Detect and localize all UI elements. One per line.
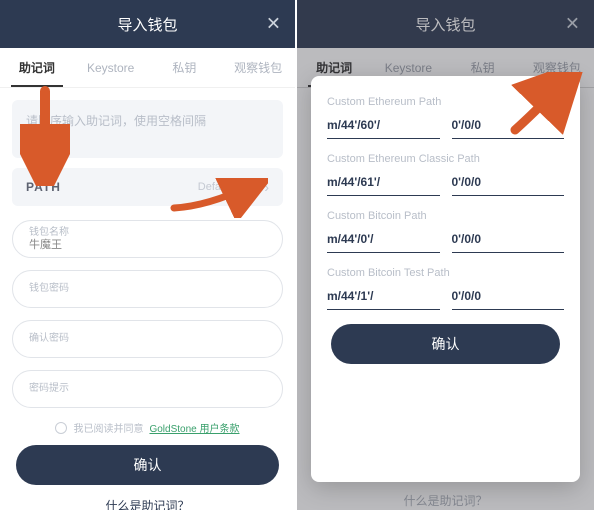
checkbox-icon[interactable]	[55, 422, 67, 434]
help-link[interactable]: 什么是助记词？	[309, 492, 582, 509]
path-prefix-input[interactable]: m/44'/60'/	[327, 116, 440, 139]
field-label: 钱包密码	[29, 283, 266, 295]
tab-bar: 助记词 Keystore 私钥 观察钱包	[0, 48, 295, 88]
tab-privatekey[interactable]: 私钥	[148, 48, 222, 87]
tab-mnemonic[interactable]: 助记词	[0, 48, 74, 87]
sheet-confirm-button[interactable]: 确认	[331, 324, 560, 364]
tab-keystore[interactable]: Keystore	[74, 48, 148, 87]
help-link[interactable]: 什么是助记词？	[12, 497, 283, 510]
confirm-password-field[interactable]: 确认密码	[12, 320, 283, 358]
header: 导入钱包 ✕	[297, 0, 594, 48]
path-suffix-input[interactable]: 0'/0/0	[452, 173, 565, 196]
path-suffix-input[interactable]: 0'/0/0	[452, 116, 565, 139]
tab-watch[interactable]: 观察钱包	[221, 48, 295, 87]
field-value: 牛魔王	[29, 239, 266, 252]
path-prefix-input[interactable]: m/44'/61'/	[327, 173, 440, 196]
close-icon[interactable]: ✕	[565, 14, 580, 35]
sheet-section-title: Custom Ethereum Classic Path	[327, 153, 564, 165]
path-suffix-input[interactable]: 0'/0/0	[452, 287, 565, 310]
sheet-section-title: Custom Bitcoin Test Path	[327, 267, 564, 279]
screen-path-modal: 导入钱包 ✕ 助记词 Keystore 私钥 观察钱包 确认 什么是助记词？ C…	[297, 0, 594, 510]
path-value: Default Path	[198, 181, 259, 193]
header: 导入钱包 ✕	[0, 0, 295, 48]
wallet-name-field[interactable]: 钱包名称 牛魔王	[12, 220, 283, 258]
screen-import-main: 导入钱包 ✕ 助记词 Keystore 私钥 观察钱包 请顺序输入助记词，使用空…	[0, 0, 297, 510]
tos-link[interactable]: GoldStone 用户条款	[149, 420, 239, 435]
field-label: 确认密码	[29, 333, 266, 345]
page-title: 导入钱包	[117, 14, 177, 35]
close-icon[interactable]: ✕	[266, 14, 281, 35]
password-hint-field[interactable]: 密码提示	[12, 370, 283, 408]
path-selector[interactable]: PATH Default Path ›	[12, 168, 283, 206]
mnemonic-textarea[interactable]: 请顺序输入助记词，使用空格间隔	[12, 100, 283, 158]
form-body: 请顺序输入助记词，使用空格间隔 PATH Default Path › 钱包名称…	[0, 88, 295, 510]
path-label: PATH	[26, 180, 61, 194]
tos-prefix: 我已阅读并同意	[73, 420, 143, 435]
field-label: 钱包名称	[29, 227, 266, 239]
path-prefix-input[interactable]: m/44'/1'/	[327, 287, 440, 310]
sheet-section-title: Custom Bitcoin Path	[327, 210, 564, 222]
path-prefix-input[interactable]: m/44'/0'/	[327, 230, 440, 253]
field-label: 密码提示	[29, 383, 266, 395]
page-title: 导入钱包	[415, 14, 475, 35]
path-suffix-input[interactable]: 0'/0/0	[452, 230, 565, 253]
wallet-password-field[interactable]: 钱包密码	[12, 270, 283, 308]
confirm-button[interactable]: 确认	[16, 445, 279, 485]
tos-row[interactable]: 我已阅读并同意 GoldStone 用户条款	[12, 420, 283, 435]
path-sheet: Custom Ethereum Path m/44'/60'/ 0'/0/0 C…	[311, 76, 580, 482]
sheet-section-title: Custom Ethereum Path	[327, 96, 564, 108]
chevron-right-icon: ›	[264, 179, 269, 195]
